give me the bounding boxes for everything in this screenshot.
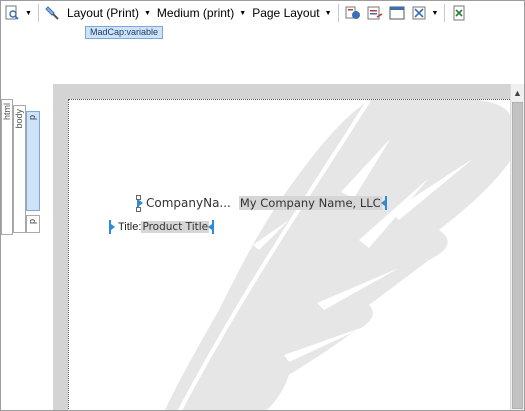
chevron-down-icon: ▼ [324,9,332,17]
toolbar: ▼ Layout (Print) ▼ Medium (print) ▼ Page… [1,1,524,25]
structure-bar-p[interactable]: p [26,215,40,233]
structure-bar-body[interactable]: body [13,105,26,233]
track-changes-icon [367,5,383,21]
structure-bar-p-label: p [27,219,37,225]
preview-button[interactable]: ▼ [1,3,35,23]
format-painter-button[interactable] [42,3,64,23]
layout-dropdown-label: Layout (Print) [66,6,139,20]
tags-icon [345,5,361,21]
spreadsheet-icon [451,5,467,21]
medium-dropdown[interactable]: Medium (print) ▼ [154,3,249,23]
structure-bar-html-label: html [2,103,12,121]
tag-marker-end-icon [208,220,215,234]
feather-watermark [164,100,510,410]
conditions-icon [411,5,427,21]
chevron-down-icon: ▼ [239,9,247,17]
editor-window: ▼ Layout (Print) ▼ Medium (print) ▼ Page… [0,0,525,411]
page-canvas[interactable]: CompanyNa... My Company Name, LLC Title:… [68,99,510,410]
scrollbar-thumb[interactable] [512,102,523,409]
scroll-up-icon[interactable]: ▲ [511,86,524,100]
title-label: Title: [118,221,142,233]
structure-bar-body-label: body [14,109,24,129]
structure-bar-p-label: p [27,115,37,121]
company-variable-label: CompanyNa... [146,196,231,210]
medium-dropdown-label: Medium (print) [156,6,235,20]
export-button[interactable] [448,3,470,23]
product-title-variable[interactable]: Product Title [141,221,210,233]
window-icon [389,5,405,21]
brush-icon [45,5,61,21]
structure-bar-p-selected[interactable]: p [26,111,40,211]
tag-marker-end-icon [380,196,387,210]
layout-dropdown[interactable]: Layout (Print) ▼ [64,3,154,23]
vertical-scrollbar[interactable]: ▲ [510,84,524,410]
toolbar-separator [444,4,446,22]
page-layout-dropdown-label: Page Layout [252,6,320,20]
structure-bar-html[interactable]: html [1,99,13,235]
tag-marker-start-icon [109,220,115,234]
selection-handle[interactable] [136,195,141,200]
company-variable-value[interactable]: My Company Name, LLC [238,196,382,210]
toolbar-separator [337,4,339,22]
show-tags-button[interactable] [342,3,364,23]
chevron-down-icon[interactable]: ▼ [432,10,439,17]
company-name-line[interactable]: CompanyNa... My Company Name, LLC [137,196,387,210]
show-changes-button[interactable] [364,3,386,23]
page-layout-dropdown[interactable]: Page Layout ▼ [249,3,334,23]
chevron-down-icon: ▼ [143,9,151,17]
toolbar-separator [37,4,39,22]
chevron-down-icon[interactable]: ▼ [25,10,32,17]
selection-handle[interactable] [136,207,141,212]
title-line[interactable]: Title: Product Title [109,220,215,234]
tag-hint: MadCap:variable [85,26,164,39]
conditions-button[interactable]: ▼ [408,3,442,23]
show-frames-button[interactable] [386,3,408,23]
magnifier-page-icon [4,5,20,21]
